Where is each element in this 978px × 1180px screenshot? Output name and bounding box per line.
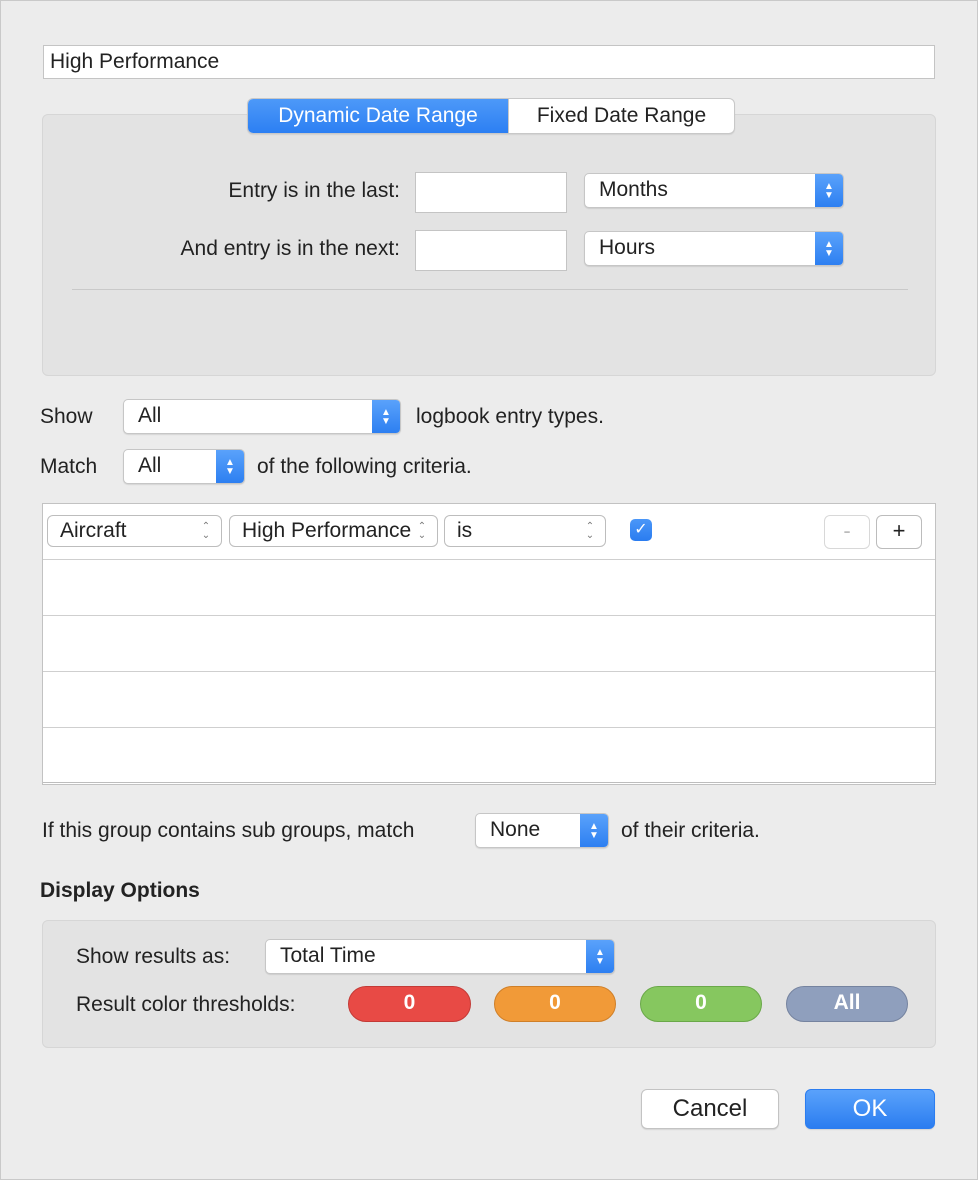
match-value: All bbox=[138, 454, 162, 477]
subgroups-value: None bbox=[490, 818, 541, 841]
popup-arrows-icon: ▲ ▼ bbox=[372, 400, 400, 433]
ok-button[interactable]: OK bbox=[805, 1089, 935, 1129]
criteria-value-checkbox[interactable]: ✓ bbox=[630, 519, 652, 541]
show-results-popup[interactable]: Total Time ▲ ▼ bbox=[265, 939, 615, 974]
tab-fixed-date-range[interactable]: Fixed Date Range bbox=[508, 99, 734, 133]
next-label: And entry is in the next: bbox=[180, 237, 400, 260]
show-suffix: logbook entry types. bbox=[416, 405, 604, 428]
popup-arrows-icon: ▲ ▼ bbox=[216, 450, 244, 483]
popup-arrows-icon: ▲ ▼ bbox=[586, 940, 614, 973]
last-value-field[interactable] bbox=[415, 172, 567, 213]
threshold-orange-button[interactable]: 0 bbox=[494, 986, 616, 1022]
separator bbox=[72, 289, 908, 290]
criteria-field-value: Aircraft bbox=[60, 519, 127, 542]
row-divider bbox=[43, 671, 935, 672]
threshold-green-button[interactable]: 0 bbox=[640, 986, 762, 1022]
show-label: Show bbox=[40, 405, 93, 428]
criteria-field-popup[interactable]: Aircraft ⌃ ⌄ bbox=[47, 515, 222, 547]
last-unit-popup[interactable]: Months ▲ ▼ bbox=[584, 173, 844, 208]
show-results-label: Show results as: bbox=[76, 945, 231, 968]
row-divider bbox=[43, 559, 935, 560]
subgroups-label: If this group contains sub groups, match bbox=[42, 819, 415, 842]
show-value: All bbox=[138, 404, 162, 427]
criteria-operator-popup[interactable]: is ⌃ ⌄ bbox=[444, 515, 606, 547]
threshold-red-button[interactable]: 0 bbox=[348, 986, 471, 1022]
popup-arrows-icon: ⌃ ⌄ bbox=[201, 521, 211, 541]
threshold-all-button[interactable]: All bbox=[786, 986, 908, 1022]
display-options-title: Display Options bbox=[40, 879, 200, 902]
cancel-button[interactable]: Cancel bbox=[641, 1089, 779, 1129]
subgroups-popup[interactable]: None ▲ ▼ bbox=[475, 813, 609, 848]
next-unit-popup[interactable]: Hours ▲ ▼ bbox=[584, 231, 844, 266]
popup-arrows-icon: ⌃ ⌄ bbox=[417, 521, 427, 541]
next-value-field[interactable] bbox=[415, 230, 567, 271]
thresholds-label: Result color thresholds: bbox=[76, 993, 296, 1016]
popup-arrows-icon: ▲ ▼ bbox=[815, 232, 843, 265]
last-label: Entry is in the last: bbox=[228, 179, 400, 202]
criteria-property-value: High Performance bbox=[242, 519, 412, 542]
criteria-operator-value: is bbox=[457, 519, 473, 542]
add-criteria-button[interactable]: + bbox=[876, 515, 922, 549]
subgroups-suffix: of their criteria. bbox=[621, 819, 760, 842]
date-range-segmented[interactable]: Dynamic Date Range Fixed Date Range bbox=[247, 98, 735, 134]
row-divider bbox=[43, 727, 935, 728]
match-suffix: of the following criteria. bbox=[257, 455, 472, 478]
row-divider bbox=[43, 782, 935, 783]
popup-arrows-icon: ▲ ▼ bbox=[580, 814, 608, 847]
popup-arrows-icon: ▲ ▼ bbox=[815, 174, 843, 207]
show-results-value: Total Time bbox=[280, 944, 376, 967]
row-divider bbox=[43, 615, 935, 616]
match-popup[interactable]: All ▲ ▼ bbox=[123, 449, 245, 484]
popup-arrows-icon: ⌃ ⌄ bbox=[585, 521, 595, 541]
next-unit-value: Hours bbox=[599, 236, 656, 259]
criteria-property-popup[interactable]: High Performance ⌃ ⌄ bbox=[229, 515, 438, 547]
group-name-field[interactable]: High Performance bbox=[43, 45, 935, 79]
remove-criteria-button[interactable]: - bbox=[824, 515, 870, 549]
last-unit-value: Months bbox=[599, 178, 668, 201]
match-label: Match bbox=[40, 455, 98, 478]
show-popup[interactable]: All ▲ ▼ bbox=[123, 399, 401, 434]
tab-dynamic-date-range[interactable]: Dynamic Date Range bbox=[248, 99, 508, 133]
